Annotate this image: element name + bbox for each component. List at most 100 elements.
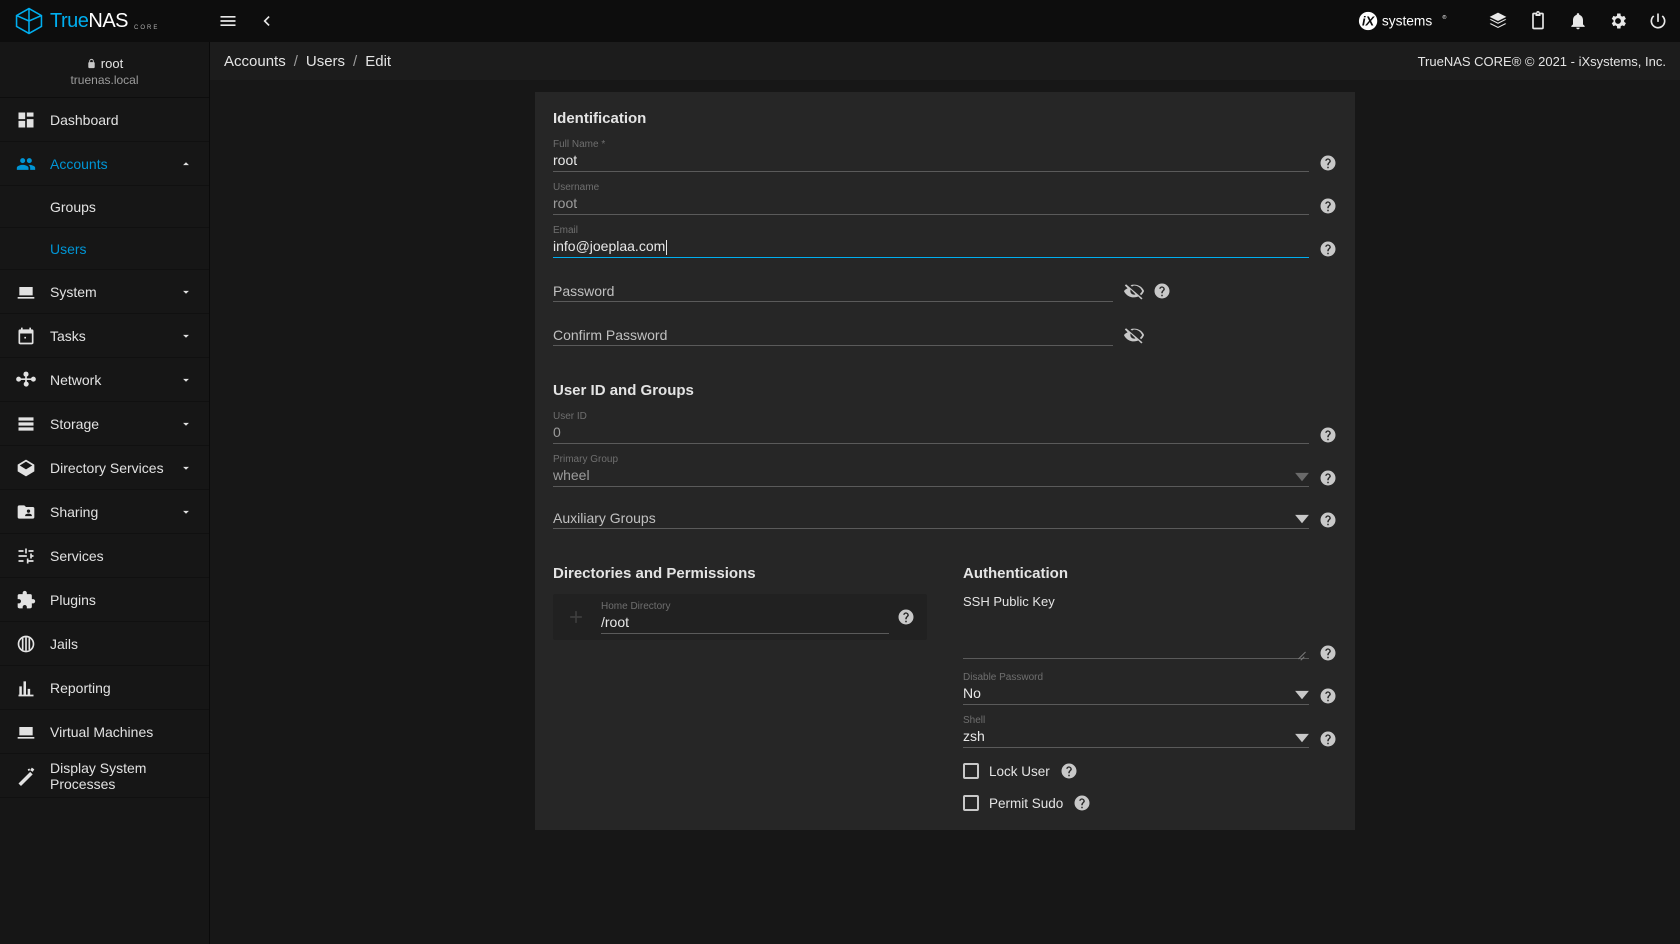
lock-user-checkbox-row[interactable]: Lock User (963, 762, 1337, 780)
content-area: Identification Full Name * root Username… (210, 80, 1680, 944)
hamburger-icon[interactable] (218, 11, 238, 31)
field-ssh-key: SSH Public Key (963, 594, 1337, 662)
chevron-up-icon (179, 157, 193, 171)
nav-tasks[interactable]: Tasks (0, 314, 209, 358)
field-full-name: Full Name * root (553, 139, 1337, 172)
tune-icon (16, 546, 36, 566)
nav-system[interactable]: System (0, 270, 209, 314)
nav-reporting[interactable]: Reporting (0, 666, 209, 710)
crumb-users[interactable]: Users (306, 53, 345, 70)
full-name-input[interactable]: root (553, 151, 1309, 172)
nav-storage[interactable]: Storage (0, 402, 209, 446)
resize-handle-icon[interactable] (1297, 650, 1307, 660)
nav-virtual-machines[interactable]: Virtual Machines (0, 710, 209, 754)
help-icon[interactable] (1319, 197, 1337, 215)
help-icon[interactable] (1319, 154, 1337, 172)
truecommand-icon[interactable] (1488, 11, 1508, 31)
truenas-cube-icon (12, 7, 46, 35)
field-password: Password (553, 280, 1337, 302)
help-icon[interactable] (1319, 730, 1337, 748)
brand-nas: NAS (88, 10, 128, 32)
help-icon[interactable] (897, 608, 915, 626)
nav-directory-services[interactable]: Directory Services (0, 446, 209, 490)
sidebar-user: root (101, 56, 123, 71)
col-directories: Directories and Permissions Home Directo… (535, 547, 945, 830)
ssh-public-key-input[interactable] (963, 609, 1309, 659)
field-primary-group: Primary Group wheel (553, 454, 1337, 487)
user-edit-form: Identification Full Name * root Username… (535, 92, 1355, 830)
storage-icon (16, 414, 36, 434)
alerts-icon[interactable] (1568, 11, 1588, 31)
plugin-icon (16, 590, 36, 610)
help-icon[interactable] (1319, 469, 1337, 487)
dropdown-icon (1295, 470, 1309, 484)
nav-dashboard[interactable]: Dashboard (0, 98, 209, 142)
back-icon[interactable] (256, 11, 276, 31)
nav-sharing[interactable]: Sharing (0, 490, 209, 534)
calendar-icon (16, 326, 36, 346)
disable-password-select[interactable]: No (963, 684, 1309, 705)
chart-icon (16, 678, 36, 698)
nav-plugins[interactable]: Plugins (0, 578, 209, 622)
eye-off-icon[interactable] (1123, 324, 1145, 346)
dashboard-icon (16, 110, 36, 130)
brand-logo[interactable]: TrueNAS CORE (12, 7, 210, 35)
crumb-accounts[interactable]: Accounts (224, 53, 286, 70)
nav-accounts[interactable]: Accounts (0, 142, 209, 186)
help-icon[interactable] (1319, 240, 1337, 258)
svg-text:iX: iX (1362, 14, 1376, 29)
dirsvc-icon (16, 458, 36, 478)
dropdown-icon (1295, 512, 1309, 526)
help-icon[interactable] (1319, 687, 1337, 705)
clipboard-icon[interactable] (1528, 11, 1548, 31)
chevron-down-icon (179, 461, 193, 475)
help-icon[interactable] (1319, 644, 1337, 662)
ixsystems-logo[interactable]: iX systems ® (1358, 10, 1468, 32)
nav-network[interactable]: Network (0, 358, 209, 402)
field-shell: Shell zsh (963, 715, 1337, 748)
svg-text:systems: systems (1382, 14, 1433, 29)
help-icon[interactable] (1073, 794, 1091, 812)
nav-jails[interactable]: Jails (0, 622, 209, 666)
eye-off-icon[interactable] (1123, 280, 1145, 302)
shell-select[interactable]: zsh (963, 727, 1309, 748)
topbar: TrueNAS CORE iX systems ® (0, 0, 1680, 42)
nav-services[interactable]: Services (0, 534, 209, 578)
help-icon[interactable] (1060, 762, 1078, 780)
checkbox-permit-sudo[interactable] (963, 795, 979, 811)
help-icon[interactable] (1153, 282, 1171, 300)
field-email: Email info@joeplaa.com (553, 225, 1337, 258)
home-dir-box: Home Directory /root (553, 594, 927, 640)
section-identification: Identification (535, 92, 1355, 129)
field-disable-password: Disable Password No (963, 672, 1337, 705)
field-user-id: User ID 0 (553, 411, 1337, 444)
col-authentication: Authentication SSH Public Key Disable Pa… (945, 547, 1355, 830)
power-icon[interactable] (1648, 11, 1668, 31)
auxiliary-groups-select[interactable]: Auxiliary Groups (553, 509, 1309, 529)
people-icon (16, 154, 36, 174)
jail-icon (16, 634, 36, 654)
confirm-password-input[interactable]: Confirm Password (553, 326, 1113, 346)
chevron-down-icon (179, 373, 193, 387)
brand-core: CORE (134, 25, 159, 31)
sharing-icon (16, 502, 36, 522)
sidebar-header: root truenas.local (0, 42, 209, 98)
permit-sudo-checkbox-row[interactable]: Permit Sudo (963, 794, 1337, 812)
password-input[interactable]: Password (553, 282, 1113, 302)
nav-display-system-processes[interactable]: Display System Processes (0, 754, 209, 798)
help-icon[interactable] (1319, 511, 1337, 529)
home-dir-input[interactable]: /root (601, 613, 889, 634)
nav-groups[interactable]: Groups (0, 186, 209, 228)
breadcrumb-bar: Accounts / Users / Edit TrueNAS CORE® © … (210, 42, 1680, 80)
add-folder-button[interactable] (559, 600, 593, 634)
nav-users[interactable]: Users (0, 228, 209, 270)
email-input[interactable]: info@joeplaa.com (553, 237, 1309, 258)
field-username: Username root (553, 182, 1337, 215)
brand-true: True (50, 10, 88, 32)
field-auxiliary-groups: Auxiliary Groups (553, 509, 1337, 529)
checkbox-lock-user[interactable] (963, 763, 979, 779)
help-icon[interactable] (1319, 426, 1337, 444)
dropdown-icon (1295, 731, 1309, 745)
primary-group-select: wheel (553, 466, 1309, 487)
settings-icon[interactable] (1608, 11, 1628, 31)
